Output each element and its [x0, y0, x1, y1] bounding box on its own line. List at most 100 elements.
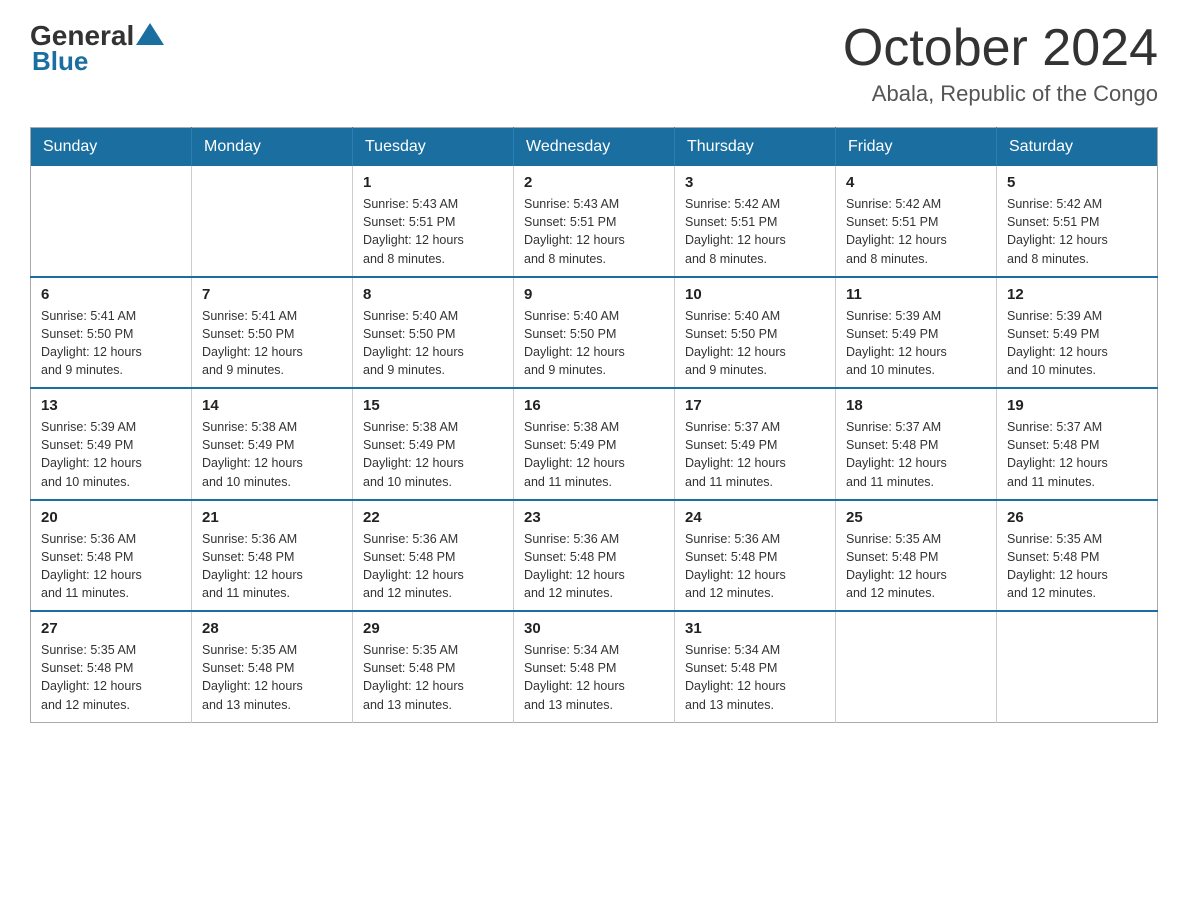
- day-info: Sunrise: 5:39 AMSunset: 5:49 PMDaylight:…: [41, 418, 181, 491]
- day-info: Sunrise: 5:37 AMSunset: 5:49 PMDaylight:…: [685, 418, 825, 491]
- day-info: Sunrise: 5:34 AMSunset: 5:48 PMDaylight:…: [524, 641, 664, 714]
- day-number: 22: [363, 509, 503, 526]
- day-number: 7: [202, 286, 342, 303]
- day-number: 28: [202, 620, 342, 637]
- day-number: 6: [41, 286, 181, 303]
- day-number: 31: [685, 620, 825, 637]
- calendar-cell: 30 Sunrise: 5:34 AMSunset: 5:48 PMDayligh…: [514, 611, 675, 722]
- calendar-cell: 26Sunrise: 5:35 AMSunset: 5:48 PMDayligh…: [997, 500, 1158, 612]
- calendar-cell: 14Sunrise: 5:38 AMSunset: 5:49 PMDayligh…: [192, 388, 353, 500]
- calendar-cell: 15Sunrise: 5:38 AMSunset: 5:49 PMDayligh…: [353, 388, 514, 500]
- day-info: Sunrise: 5:36 AMSunset: 5:48 PMDaylight:…: [202, 530, 342, 603]
- day-info: Sunrise: 5:37 AMSunset: 5:48 PMDaylight:…: [846, 418, 986, 491]
- day-info: Sunrise: 5:42 AMSunset: 5:51 PMDaylight:…: [685, 195, 825, 268]
- calendar-cell: 11Sunrise: 5:39 AMSunset: 5:49 PMDayligh…: [836, 277, 997, 389]
- calendar-cell: 5Sunrise: 5:42 AMSunset: 5:51 PMDaylight…: [997, 166, 1158, 277]
- day-number: 1: [363, 174, 503, 191]
- calendar-cell: 21 Sunrise: 5:36 AMSunset: 5:48 PMDayligh…: [192, 500, 353, 612]
- day-info: Sunrise: 5:36 AMSunset: 5:48 PMDaylight:…: [41, 530, 181, 603]
- day-info: Sunrise: 5:43 AMSunset: 5:51 PMDaylight:…: [363, 195, 503, 268]
- day-info: Sunrise: 5:35 AMSunset: 5:48 PMDaylight:…: [41, 641, 181, 714]
- day-of-week-header: Tuesday: [353, 128, 514, 167]
- calendar-week-row: 6 Sunrise: 5:41 AMSunset: 5:50 PMDaylight…: [31, 277, 1158, 389]
- day-number: 23: [524, 509, 664, 526]
- day-number: 5: [1007, 174, 1147, 191]
- logo-triangle-icon: [136, 23, 164, 45]
- day-number: 29: [363, 620, 503, 637]
- calendar-cell: 7 Sunrise: 5:41 AMSunset: 5:50 PMDaylight…: [192, 277, 353, 389]
- calendar-week-row: 20 Sunrise: 5:36 AMSunset: 5:48 PMDayligh…: [31, 500, 1158, 612]
- day-number: 30: [524, 620, 664, 637]
- calendar-week-row: 27 Sunrise: 5:35 AMSunset: 5:48 PMDayligh…: [31, 611, 1158, 722]
- calendar-cell: 25Sunrise: 5:35 AMSunset: 5:48 PMDayligh…: [836, 500, 997, 612]
- day-info: Sunrise: 5:35 AMSunset: 5:48 PMDaylight:…: [363, 641, 503, 714]
- month-title: October 2024: [843, 20, 1158, 77]
- day-info: Sunrise: 5:39 AMSunset: 5:49 PMDaylight:…: [1007, 307, 1147, 380]
- calendar-cell: 10 Sunrise: 5:40 AMSunset: 5:50 PMDayligh…: [675, 277, 836, 389]
- day-info: Sunrise: 5:35 AMSunset: 5:48 PMDaylight:…: [202, 641, 342, 714]
- day-info: Sunrise: 5:36 AMSunset: 5:48 PMDaylight:…: [363, 530, 503, 603]
- day-info: Sunrise: 5:34 AMSunset: 5:48 PMDaylight:…: [685, 641, 825, 714]
- calendar-cell: 17Sunrise: 5:37 AMSunset: 5:49 PMDayligh…: [675, 388, 836, 500]
- day-number: 18: [846, 397, 986, 414]
- calendar-week-row: 13 Sunrise: 5:39 AMSunset: 5:49 PMDayligh…: [31, 388, 1158, 500]
- day-number: 2: [524, 174, 664, 191]
- calendar-body: 1 Sunrise: 5:43 AMSunset: 5:51 PMDaylight…: [31, 166, 1158, 722]
- day-info: Sunrise: 5:35 AMSunset: 5:48 PMDaylight:…: [846, 530, 986, 603]
- calendar-cell: 24Sunrise: 5:36 AMSunset: 5:48 PMDayligh…: [675, 500, 836, 612]
- day-number: 11: [846, 286, 986, 303]
- day-info: Sunrise: 5:43 AMSunset: 5:51 PMDaylight:…: [524, 195, 664, 268]
- calendar-week-row: 1 Sunrise: 5:43 AMSunset: 5:51 PMDaylight…: [31, 166, 1158, 277]
- day-info: Sunrise: 5:40 AMSunset: 5:50 PMDaylight:…: [524, 307, 664, 380]
- calendar-cell: 2 Sunrise: 5:43 AMSunset: 5:51 PMDaylight…: [514, 166, 675, 277]
- day-info: Sunrise: 5:42 AMSunset: 5:51 PMDaylight:…: [846, 195, 986, 268]
- calendar-cell: 29 Sunrise: 5:35 AMSunset: 5:48 PMDayligh…: [353, 611, 514, 722]
- day-info: Sunrise: 5:37 AMSunset: 5:48 PMDaylight:…: [1007, 418, 1147, 491]
- logo: General Blue: [30, 20, 164, 77]
- calendar-header: SundayMondayTuesdayWednesdayThursdayFrid…: [31, 128, 1158, 167]
- calendar-cell: 23 Sunrise: 5:36 AMSunset: 5:48 PMDayligh…: [514, 500, 675, 612]
- day-number: 19: [1007, 397, 1147, 414]
- day-info: Sunrise: 5:40 AMSunset: 5:50 PMDaylight:…: [685, 307, 825, 380]
- calendar-cell: 20 Sunrise: 5:36 AMSunset: 5:48 PMDayligh…: [31, 500, 192, 612]
- day-number: 3: [685, 174, 825, 191]
- calendar-cell: 19 Sunrise: 5:37 AMSunset: 5:48 PMDayligh…: [997, 388, 1158, 500]
- day-of-week-header: Saturday: [997, 128, 1158, 167]
- day-of-week-header: Thursday: [675, 128, 836, 167]
- days-of-week-row: SundayMondayTuesdayWednesdayThursdayFrid…: [31, 128, 1158, 167]
- day-info: Sunrise: 5:40 AMSunset: 5:50 PMDaylight:…: [363, 307, 503, 380]
- calendar-cell: 22 Sunrise: 5:36 AMSunset: 5:48 PMDayligh…: [353, 500, 514, 612]
- day-number: 24: [685, 509, 825, 526]
- title-section: October 2024 Abala, Republic of the Cong…: [843, 20, 1158, 107]
- calendar-cell: 9 Sunrise: 5:40 AMSunset: 5:50 PMDaylight…: [514, 277, 675, 389]
- day-number: 26: [1007, 509, 1147, 526]
- calendar-cell: [192, 166, 353, 277]
- calendar-cell: 6 Sunrise: 5:41 AMSunset: 5:50 PMDaylight…: [31, 277, 192, 389]
- day-info: Sunrise: 5:41 AMSunset: 5:50 PMDaylight:…: [41, 307, 181, 380]
- calendar-cell: 1 Sunrise: 5:43 AMSunset: 5:51 PMDaylight…: [353, 166, 514, 277]
- day-number: 10: [685, 286, 825, 303]
- calendar-cell: [31, 166, 192, 277]
- day-of-week-header: Monday: [192, 128, 353, 167]
- day-of-week-header: Wednesday: [514, 128, 675, 167]
- day-number: 21: [202, 509, 342, 526]
- calendar-table: SundayMondayTuesdayWednesdayThursdayFrid…: [30, 127, 1158, 723]
- day-info: Sunrise: 5:36 AMSunset: 5:48 PMDaylight:…: [524, 530, 664, 603]
- day-info: Sunrise: 5:41 AMSunset: 5:50 PMDaylight:…: [202, 307, 342, 380]
- header: General Blue October 2024 Abala, Republi…: [30, 20, 1158, 107]
- day-number: 14: [202, 397, 342, 414]
- logo-blue-text: Blue: [32, 46, 164, 77]
- calendar-cell: 3 Sunrise: 5:42 AMSunset: 5:51 PMDaylight…: [675, 166, 836, 277]
- calendar-cell: 18 Sunrise: 5:37 AMSunset: 5:48 PMDayligh…: [836, 388, 997, 500]
- calendar-cell: 16Sunrise: 5:38 AMSunset: 5:49 PMDayligh…: [514, 388, 675, 500]
- day-number: 9: [524, 286, 664, 303]
- day-of-week-header: Friday: [836, 128, 997, 167]
- location-title: Abala, Republic of the Congo: [843, 81, 1158, 107]
- calendar-cell: 4Sunrise: 5:42 AMSunset: 5:51 PMDaylight…: [836, 166, 997, 277]
- day-number: 20: [41, 509, 181, 526]
- day-of-week-header: Sunday: [31, 128, 192, 167]
- day-number: 27: [41, 620, 181, 637]
- calendar-cell: [836, 611, 997, 722]
- day-number: 15: [363, 397, 503, 414]
- day-number: 13: [41, 397, 181, 414]
